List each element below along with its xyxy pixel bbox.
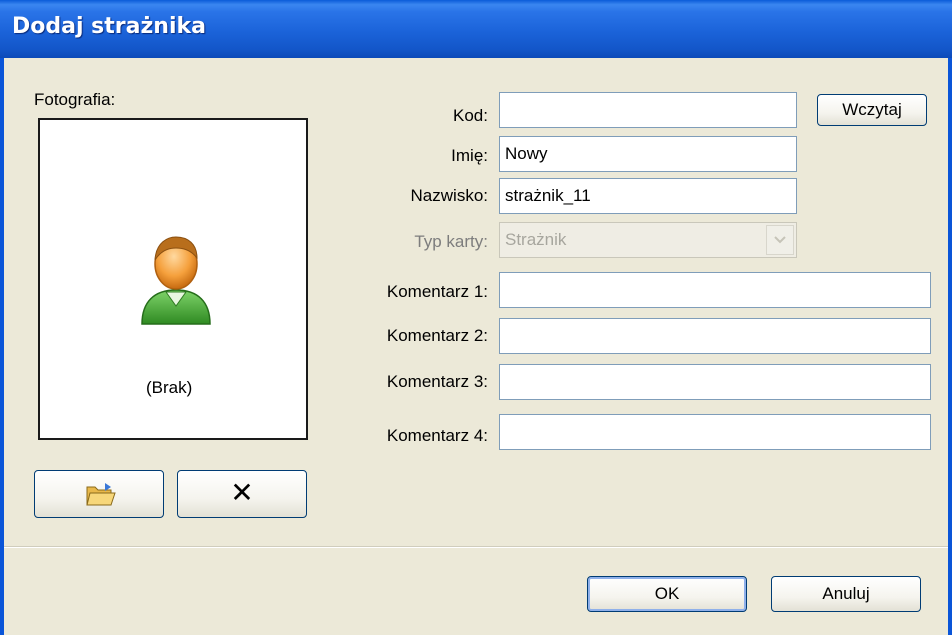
kod-input[interactable]	[499, 92, 797, 128]
remove-photo-button[interactable]: ✕	[177, 470, 307, 518]
photo-empty-text: (Brak)	[146, 378, 193, 397]
komentarz3-input[interactable]	[499, 364, 931, 400]
kod-label: Kod:	[453, 106, 488, 125]
separator	[4, 546, 948, 548]
open-folder-icon	[86, 483, 116, 506]
window-title: Dodaj strażnika	[12, 14, 206, 39]
cancel-button[interactable]: Anuluj	[771, 576, 921, 612]
close-icon: ✕	[230, 477, 254, 508]
ok-button[interactable]: OK	[587, 576, 747, 612]
komentarz3-label: Komentarz 3:	[386, 372, 488, 391]
dropdown-arrow[interactable]	[766, 225, 794, 255]
komentarz4-input[interactable]	[499, 414, 931, 450]
imie-input[interactable]: Nowy	[499, 136, 797, 172]
chevron-down-icon	[774, 236, 786, 244]
nazwisko-label: Nazwisko:	[410, 186, 488, 205]
imie-label: Imię:	[451, 146, 488, 165]
photo-box: (Brak)	[38, 118, 308, 440]
komentarz4-label: Komentarz 4:	[386, 426, 488, 445]
komentarz2-input[interactable]	[499, 318, 931, 354]
typ-karty-value: Strażnik	[505, 230, 567, 249]
load-photo-button[interactable]	[34, 470, 164, 518]
komentarz2-label: Komentarz 2:	[386, 326, 488, 345]
typ-karty-label: Typ karty:	[414, 232, 488, 251]
photo-label: Fotografia:	[34, 90, 116, 109]
komentarz1-label: Komentarz 1:	[386, 282, 488, 301]
dialog-window: Dodaj strażnika Fotografia: (Brak) ✕ Kod…	[0, 0, 952, 635]
typ-karty-select[interactable]: Strażnik	[499, 222, 797, 258]
nazwisko-input[interactable]: strażnik_11	[499, 178, 797, 214]
user-avatar-icon	[141, 236, 211, 325]
wczytaj-button[interactable]: Wczytaj	[817, 94, 927, 126]
title-bar[interactable]: Dodaj strażnika	[0, 0, 952, 58]
komentarz1-input[interactable]	[499, 272, 931, 308]
